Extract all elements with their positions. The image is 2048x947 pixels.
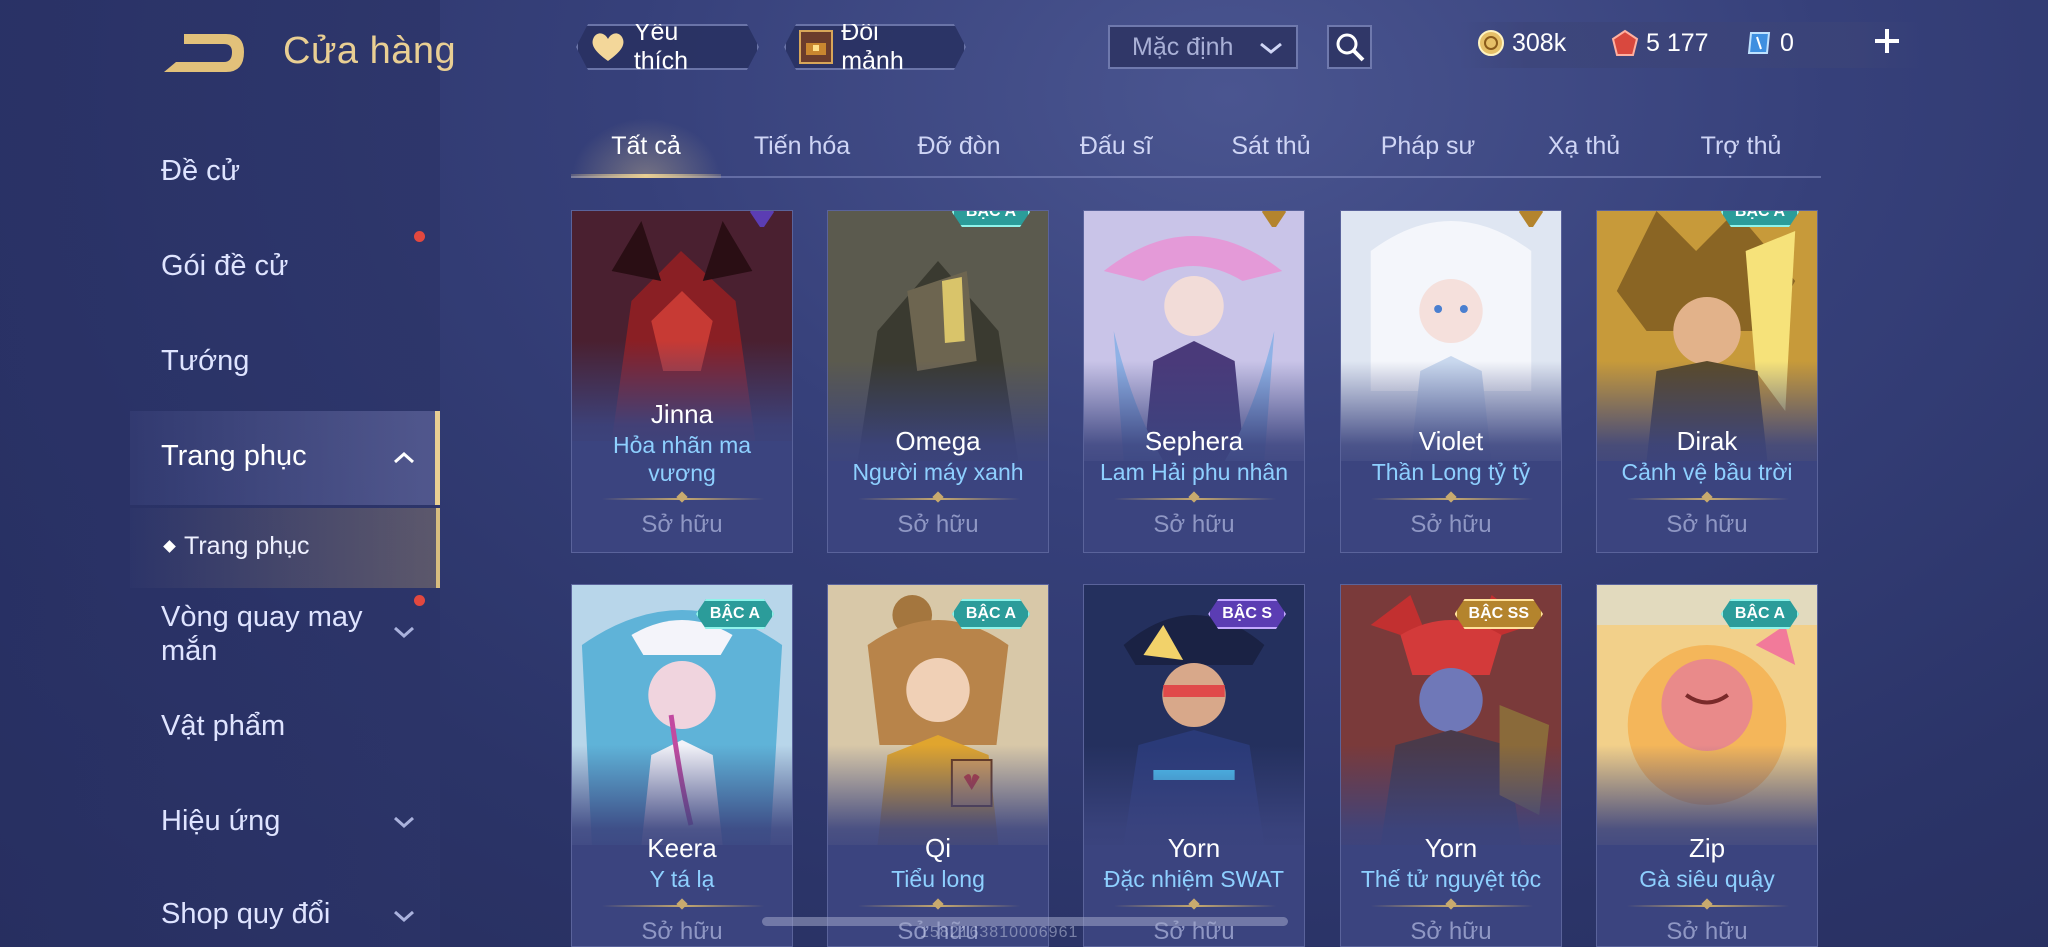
treasure-chest-icon <box>796 29 835 65</box>
tab-tro-thu[interactable]: Trợ thủ <box>1701 132 1782 161</box>
skin-card[interactable]: Jinna Hỏa nhãn ma vương Sở hữu <box>571 210 793 553</box>
skin-name: Y tá lạ <box>649 866 715 892</box>
skin-name: Hỏa nhãn ma vương <box>612 432 752 486</box>
owned-status: Sở hữu <box>1666 918 1748 945</box>
skin-card[interactable]: BẬC S Yorn Đặc nhiệm SWAT Sở hữu <box>1083 584 1305 947</box>
divider <box>858 498 1020 500</box>
sidebar-item-trang-phuc[interactable]: Trang phục <box>161 440 307 473</box>
tier-badge: BẬC A <box>1721 210 1799 227</box>
notification-dot <box>414 231 425 242</box>
watermark: 1582163810006961 <box>920 924 1079 941</box>
divider <box>1114 498 1276 500</box>
hero-name: Qi <box>925 833 951 863</box>
sidebar-item-goi-de-cu[interactable]: Gói đề cử <box>161 250 288 283</box>
skin-card[interactable]: BẬC A Dirak Cảnh vệ bầu trời Sở hữu <box>1596 210 1818 553</box>
sidebar-item-de-cu[interactable]: Đề cử <box>161 155 240 188</box>
add-currency-button[interactable] <box>1872 26 1902 56</box>
notification-dot <box>414 595 425 606</box>
skin-name: Người máy xanh <box>852 459 1024 485</box>
diamond-icon <box>163 540 176 553</box>
tab-tat-ca[interactable]: Tất cả <box>611 132 680 161</box>
chevron-up-icon[interactable] <box>392 446 416 470</box>
tab-do-don[interactable]: Đỡ đòn <box>917 132 1000 161</box>
sidebar-item-shop-quy-doi[interactable]: Shop quy đổi <box>161 898 330 931</box>
owned-status: Sở hữu <box>897 511 979 538</box>
tab-dau-si[interactable]: Đấu sĩ <box>1080 132 1152 161</box>
ticket-icon <box>1744 28 1774 58</box>
skin-name: Tiểu long <box>891 866 985 892</box>
page-title: Cửa hàng <box>283 30 457 72</box>
chevron-down-icon[interactable] <box>392 810 416 834</box>
owned-status: Sở hữu <box>641 511 723 538</box>
ticket-balance: 0 <box>1744 28 1794 58</box>
sort-dropdown[interactable]: Mặc định <box>1108 25 1298 69</box>
voucher-balance: 5 177 <box>1610 28 1709 58</box>
hero-name: Jinna <box>650 399 714 429</box>
hero-name: Keera <box>647 833 717 863</box>
sidebar-subitem-trang-phuc[interactable]: Trang phục <box>163 532 310 561</box>
divider <box>1371 498 1533 500</box>
sidebar-item-tuong[interactable]: Tướng <box>161 345 249 378</box>
skin-name: Thế tử nguyệt tộc <box>1360 866 1542 892</box>
owned-status: Sở hữu <box>1410 918 1492 945</box>
skin-name: Thần Long tỷ tỷ <box>1371 459 1531 485</box>
divider <box>1371 905 1533 907</box>
skin-card[interactable]: BẬC A Omega Người máy xanh Sở hữu <box>827 210 1049 553</box>
sidebar-item-vat-pham[interactable]: Vật phẩm <box>161 710 285 743</box>
owned-status: Sở hữu <box>1153 511 1235 538</box>
skin-card[interactable]: BẬC A Keera Y tá lạ Sở hữu <box>571 584 793 947</box>
skin-card[interactable]: Violet Thần Long tỷ tỷ Sở hữu <box>1340 210 1562 553</box>
chevron-down-icon[interactable] <box>392 904 416 928</box>
divider <box>858 905 1020 907</box>
tab-tien-hoa[interactable]: Tiến hóa <box>754 132 850 161</box>
tab-sat-thu[interactable]: Sát thủ <box>1231 132 1310 161</box>
hero-name: Sephera <box>1144 426 1244 456</box>
skin-name: Gà siêu quậy <box>1639 866 1775 892</box>
gold-balance: 308k <box>1476 28 1566 58</box>
divider <box>1114 905 1276 907</box>
tier-badge: BẬC SS <box>1455 599 1543 629</box>
tier-badge: BẬC S <box>1208 599 1286 629</box>
tier-badge: BẬC A <box>1721 599 1799 629</box>
skin-card[interactable]: BẬC A Zip Gà siêu quậy Sở hữu <box>1596 584 1818 947</box>
owned-status: Sở hữu <box>1666 511 1748 538</box>
tier-badge: BẬC A <box>952 210 1030 227</box>
owned-status: Sở hữu <box>1410 511 1492 538</box>
skin-card[interactable]: Sephera Lam Hải phu nhân Sở hữu <box>1083 210 1305 553</box>
hero-name: Omega <box>895 426 981 456</box>
back-arrow-icon[interactable] <box>160 28 246 76</box>
sidebar-item-hieu-ung[interactable]: Hiệu ứng <box>161 805 280 838</box>
tab-active-underline <box>571 174 721 178</box>
divider <box>1627 498 1789 500</box>
hero-name: Violet <box>1418 426 1484 456</box>
category-tabs: Tất cả Tiến hóa Đỡ đòn Đấu sĩ Sát thủ Ph… <box>571 118 1821 178</box>
search-icon <box>1336 33 1364 62</box>
skin-name: Cảnh vệ bầu trời <box>1621 459 1793 485</box>
owned-status: Sở hữu <box>641 918 723 945</box>
skin-card[interactable]: BẬC SS Yorn Thế tử nguyệt tộc Sở hữu <box>1340 584 1562 947</box>
tier-badge: BẬC A <box>952 599 1030 629</box>
skin-name: Đặc nhiệm SWAT <box>1103 866 1285 892</box>
divider <box>602 498 764 500</box>
chevron-down-icon[interactable] <box>392 620 416 644</box>
exchange-shards-button[interactable]: Đổi mảnh <box>784 24 966 70</box>
heart-icon <box>588 29 628 65</box>
tab-xa-thu[interactable]: Xạ thủ <box>1548 132 1620 161</box>
tier-badge: BẬC A <box>696 599 774 629</box>
divider <box>602 905 764 907</box>
gold-coin-icon <box>1476 28 1506 58</box>
hero-name: Yorn <box>1424 833 1478 863</box>
sidebar-item-vong-quay[interactable]: Vòng quay may mắn <box>161 600 391 668</box>
skin-name: Lam Hải phu nhân <box>1100 459 1288 485</box>
red-gem-icon <box>1610 28 1640 58</box>
skin-card[interactable]: BẬC A Qi Tiểu long Sở hữu <box>827 584 1049 947</box>
chevron-down-icon <box>1260 42 1282 54</box>
hero-name: Dirak <box>1676 426 1738 456</box>
hero-name: Zip <box>1688 833 1726 863</box>
hero-name: Yorn <box>1167 833 1221 863</box>
favorites-button[interactable]: Yêu thích <box>576 24 759 70</box>
tab-phap-su[interactable]: Pháp sư <box>1381 132 1476 161</box>
divider <box>1627 905 1789 907</box>
search-button[interactable] <box>1327 25 1372 69</box>
